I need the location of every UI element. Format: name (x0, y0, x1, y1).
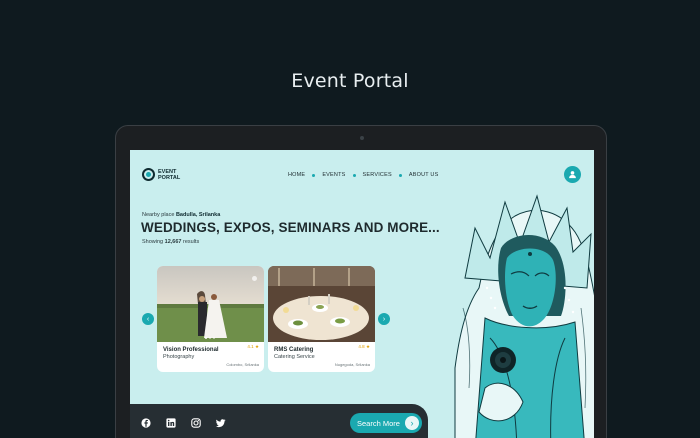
facebook-icon (140, 417, 151, 428)
logo[interactable]: EVENT PORTAL (142, 168, 188, 181)
menu-item-services[interactable]: SERVICES (363, 172, 392, 178)
menu-separator (352, 173, 356, 177)
search-more-label: Search More (357, 418, 400, 428)
search-more-button[interactable]: Search More › (350, 413, 422, 433)
instagram-link[interactable] (190, 417, 201, 428)
linkedin-icon (165, 417, 176, 428)
menu-separator (312, 173, 316, 177)
chevron-right-icon: › (382, 315, 386, 323)
card-photo (157, 266, 264, 342)
service-card[interactable]: 4.1 ★ Vision Professional Photography Co… (157, 266, 264, 372)
bottom-bar: Search More › (130, 404, 428, 438)
main-menu: HOME EVENTS SERVICES ABOUT US (288, 172, 438, 178)
rating-value: 4.8 (358, 344, 365, 349)
twitter-icon (215, 418, 226, 427)
card-location: Colombo, Srilanka (226, 362, 259, 367)
top-nav: EVENT PORTAL HOME EVENTS SERVICES ABOUT … (130, 166, 594, 186)
results-count: Showing 12,667 results (142, 239, 199, 245)
showcase-title: Event Portal (291, 70, 409, 92)
laptop-frame: EVENT PORTAL HOME EVENTS SERVICES ABOUT … (115, 125, 607, 438)
page-headline: WEDDINGS, EXPOS, SEMINARS AND MORE... (141, 220, 440, 235)
menu-item-home[interactable]: HOME (288, 172, 305, 178)
service-card[interactable]: 4.8 ★ RMS Catering Catering Service Nuge… (268, 266, 375, 372)
card-photo (268, 266, 375, 342)
chevron-right-icon: › (405, 416, 419, 430)
chevron-left-icon: ‹ (146, 315, 150, 323)
rating-value: 4.1 (247, 344, 254, 349)
card-rating: 4.8 ★ (358, 344, 370, 350)
bride-illustration (445, 188, 594, 438)
nearby-place: Nearby place Badulla, Srilanka (142, 212, 220, 218)
profile-button[interactable] (564, 166, 581, 183)
menu-separator (398, 173, 402, 177)
logo-icon (142, 168, 155, 181)
star-icon: ★ (365, 344, 370, 349)
menu-item-events[interactable]: EVENTS (322, 172, 345, 178)
camera-dot (360, 136, 364, 140)
card-location: Nugegoda, Srilanka (334, 362, 370, 367)
carousel-prev-button[interactable]: ‹ (142, 313, 154, 325)
card-title: Vision Professional (163, 347, 219, 353)
instagram-icon (190, 417, 201, 428)
results-number: 12,667 (164, 239, 182, 245)
twitter-link[interactable] (215, 417, 226, 428)
menu-item-about-us[interactable]: ABOUT US (409, 172, 439, 178)
app-screen: EVENT PORTAL HOME EVENTS SERVICES ABOUT … (130, 150, 594, 438)
bride-artwork (454, 194, 594, 438)
card-title: RMS Catering (274, 347, 314, 353)
card-category: Catering Service (274, 354, 315, 360)
nearby-label: Nearby place (142, 212, 175, 218)
results-prefix: Showing (142, 239, 164, 245)
results-suffix: results (183, 239, 200, 245)
facebook-link[interactable] (140, 417, 151, 428)
photo-dots (205, 337, 215, 339)
catering-photo (268, 266, 375, 342)
logo-text: EVENT PORTAL (158, 168, 181, 181)
user-icon (569, 171, 576, 179)
carousel-next-button[interactable]: › (378, 313, 390, 325)
card-rating: 4.1 ★ (247, 344, 259, 350)
nearby-location[interactable]: Badulla, Srilanka (176, 212, 220, 218)
card-category: Photography (163, 354, 195, 360)
linkedin-link[interactable] (165, 417, 176, 428)
star-icon: ★ (254, 344, 259, 349)
